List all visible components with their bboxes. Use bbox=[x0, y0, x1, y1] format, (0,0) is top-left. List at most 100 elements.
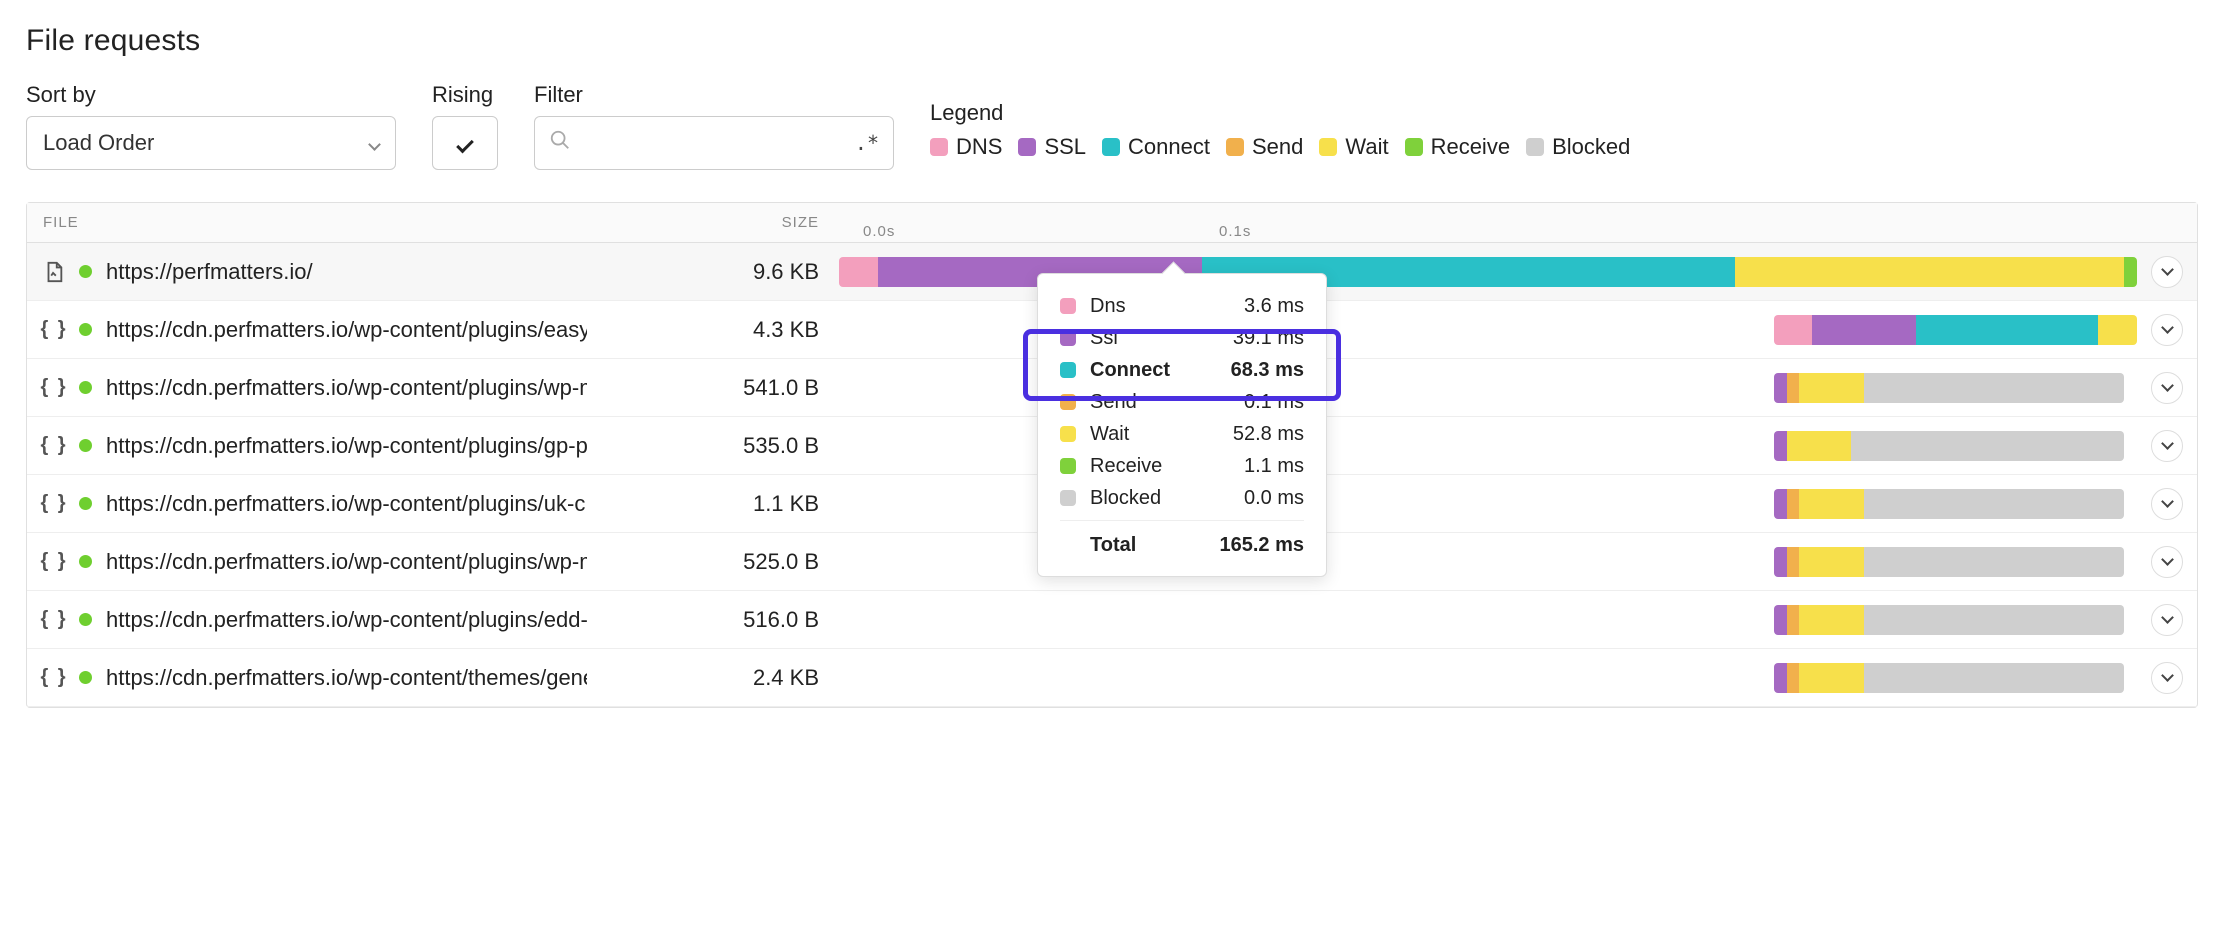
waterfall-bar[interactable] bbox=[1774, 315, 2137, 345]
cell-file: { }https://cdn.perfmatters.io/wp-content… bbox=[27, 665, 587, 691]
tooltip-total: Total 165.2 ms bbox=[1060, 520, 1304, 560]
regex-hint: .* bbox=[855, 131, 879, 155]
cell-size: 2.4 KB bbox=[587, 665, 839, 691]
bar-segment-ssl bbox=[1812, 315, 1916, 345]
tooltip-row: Dns3.6 ms bbox=[1060, 290, 1304, 322]
tooltip-swatch bbox=[1060, 362, 1076, 378]
cell-file: { } https://cdn.perfmatters.io/wp-content… bbox=[27, 317, 587, 343]
file-url: https://cdn.perfmatters.io/wp-content/th… bbox=[106, 665, 587, 691]
bar-segment-ssl bbox=[1774, 489, 1787, 519]
timeline-tick: 0.1s bbox=[1219, 223, 1251, 240]
col-file[interactable]: FILE bbox=[27, 214, 587, 231]
file-url: https://cdn.perfmatters.io/wp-content/pl… bbox=[106, 317, 587, 343]
cell-file: { } https://cdn.perfmatters.io/wp-content… bbox=[27, 549, 587, 575]
bar-segment-blocked bbox=[1864, 547, 2124, 577]
chevron-down-icon bbox=[2161, 611, 2174, 624]
legend-swatch bbox=[1405, 138, 1423, 156]
expand-button[interactable] bbox=[2151, 372, 2183, 404]
expand-button[interactable] bbox=[2151, 256, 2183, 288]
cell-file: https://perfmatters.io/ bbox=[27, 259, 587, 285]
bar-segment-ssl bbox=[1774, 663, 1787, 693]
status-dot bbox=[79, 381, 92, 394]
bar-segment-dns bbox=[839, 257, 878, 287]
expand-button[interactable] bbox=[2151, 662, 2183, 694]
file-url: https://cdn.perfmatters.io/wp-content/pl… bbox=[106, 549, 587, 575]
bar-segment-send bbox=[1787, 373, 1800, 403]
waterfall-bar[interactable] bbox=[1774, 373, 2124, 403]
cell-file: { }https://cdn.perfmatters.io/wp-content… bbox=[27, 491, 587, 517]
waterfall-bar[interactable] bbox=[1774, 489, 2124, 519]
bar-segment-wait bbox=[1787, 431, 1852, 461]
waterfall-bar[interactable] bbox=[839, 257, 2137, 287]
legend-label: DNS bbox=[956, 134, 1002, 160]
expand-button[interactable] bbox=[2151, 546, 2183, 578]
timeline-tick: 0.0s bbox=[863, 223, 895, 240]
chevron-down-icon bbox=[2161, 495, 2174, 508]
tooltip-label: Blocked bbox=[1090, 487, 1244, 510]
cell-size: 535.0 B bbox=[587, 433, 839, 459]
table-row[interactable]: { }https://cdn.perfmatters.io/wp-content… bbox=[27, 649, 2197, 707]
table-row[interactable]: { }https://cdn.perfmatters.io/wp-content… bbox=[27, 591, 2197, 649]
tooltip-total-label: Total bbox=[1090, 534, 1219, 557]
expand-button[interactable] bbox=[2151, 604, 2183, 636]
bar-segment-blocked bbox=[1864, 489, 2124, 519]
bar-segment-blocked bbox=[1864, 605, 2124, 635]
legend-swatch bbox=[930, 138, 948, 156]
legend-swatch bbox=[1102, 138, 1120, 156]
tooltip-swatch bbox=[1060, 426, 1076, 442]
tooltip-value: 0.0 ms bbox=[1244, 487, 1304, 510]
bar-segment-ssl bbox=[1774, 431, 1787, 461]
legend-label: Legend bbox=[930, 100, 1638, 126]
tooltip-label: Ssl bbox=[1090, 327, 1233, 350]
legend-item: DNS bbox=[930, 134, 1002, 160]
code-icon: { } bbox=[43, 551, 65, 573]
cell-size: 9.6 KB bbox=[587, 259, 839, 285]
sort-label: Sort by bbox=[26, 82, 396, 108]
bar-segment-ssl bbox=[1774, 373, 1787, 403]
tooltip-row: Wait52.8 ms bbox=[1060, 418, 1304, 450]
code-icon: { } bbox=[43, 319, 65, 341]
cell-size: 1.1 KB bbox=[587, 491, 839, 517]
bar-segment-send bbox=[1787, 489, 1800, 519]
sort-select[interactable]: Load Order bbox=[26, 116, 396, 170]
cell-size: 541.0 B bbox=[587, 375, 839, 401]
waterfall-bar[interactable] bbox=[1774, 663, 2124, 693]
waterfall-bar[interactable] bbox=[1774, 605, 2124, 635]
expand-button[interactable] bbox=[2151, 314, 2183, 346]
filter-input[interactable] bbox=[551, 132, 877, 155]
waterfall-bar[interactable] bbox=[1774, 431, 2124, 461]
sort-group: Sort by Load Order bbox=[26, 82, 396, 170]
bar-segment-receive bbox=[2124, 257, 2137, 287]
status-dot bbox=[79, 555, 92, 568]
cell-timeline bbox=[839, 591, 2197, 648]
tooltip-value: 68.3 ms bbox=[1231, 359, 1304, 382]
tooltip-label: Receive bbox=[1090, 455, 1244, 478]
legend-item: SSL bbox=[1018, 134, 1086, 160]
bar-segment-ssl bbox=[1774, 547, 1787, 577]
bar-segment-wait bbox=[1799, 663, 1864, 693]
legend-label: Connect bbox=[1128, 134, 1210, 160]
tooltip-value: 39.1 ms bbox=[1233, 327, 1304, 350]
check-icon bbox=[457, 132, 473, 155]
status-dot bbox=[79, 323, 92, 336]
bar-segment-wait bbox=[1799, 605, 1864, 635]
tooltip-value: 52.8 ms bbox=[1233, 423, 1304, 446]
rising-toggle[interactable] bbox=[432, 116, 498, 170]
expand-button[interactable] bbox=[2151, 430, 2183, 462]
expand-button[interactable] bbox=[2151, 488, 2183, 520]
chevron-down-icon bbox=[2161, 669, 2174, 682]
chevron-down-icon bbox=[2161, 437, 2174, 450]
status-dot bbox=[79, 613, 92, 626]
waterfall-bar[interactable] bbox=[1774, 547, 2124, 577]
chevron-down-icon bbox=[2161, 321, 2174, 334]
file-url: https://cdn.perfmatters.io/wp-content/pl… bbox=[106, 433, 587, 459]
tooltip-swatch bbox=[1060, 330, 1076, 346]
filter-group: Filter .* bbox=[534, 82, 894, 170]
col-size[interactable]: SIZE bbox=[587, 214, 839, 231]
bar-segment-connect bbox=[1916, 315, 2098, 345]
legend-swatch bbox=[1319, 138, 1337, 156]
code-icon: { } bbox=[43, 493, 65, 515]
tooltip-row: Connect68.3 ms bbox=[1060, 354, 1304, 386]
bar-segment-ssl bbox=[1774, 605, 1787, 635]
legend-swatch bbox=[1526, 138, 1544, 156]
